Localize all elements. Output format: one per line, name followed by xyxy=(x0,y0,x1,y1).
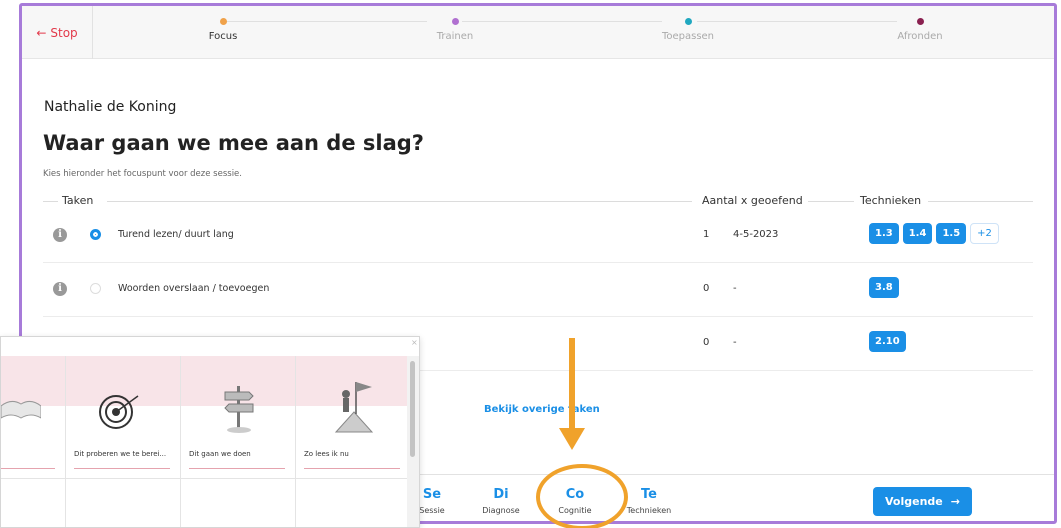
book-icon xyxy=(1,400,41,419)
info-icon[interactable]: i xyxy=(53,282,67,296)
annotation-arrow xyxy=(569,338,575,430)
task-row[interactable]: i Turend lezen/ duurt lang 1 4-5-2023 1.… xyxy=(43,209,1033,263)
task-radio[interactable] xyxy=(90,283,101,294)
popup-card[interactable] xyxy=(1,356,66,527)
popup-card[interactable]: Dit proberen we te berei... xyxy=(66,356,181,527)
technique-badge[interactable]: 2.10 xyxy=(869,331,906,352)
step-label: Toepassen xyxy=(661,31,715,42)
page-title: Waar gaan we mee aan de slag? xyxy=(43,131,424,155)
technique-badges: 3.8 xyxy=(869,277,899,298)
task-row[interactable]: i Woorden overslaan / toevoegen 0 - 3.8 xyxy=(43,263,1033,317)
top-bar: ← Stop Focus Trainen Toepassen Afronden xyxy=(22,6,1054,59)
more-techniques-badge[interactable]: +2 xyxy=(970,223,999,244)
step-focus[interactable]: Focus xyxy=(163,18,283,42)
next-label: Volgende xyxy=(885,495,943,508)
stop-label: Stop xyxy=(50,25,78,40)
card-caption: Dit gaan we doen xyxy=(189,450,251,458)
practice-count: 1 xyxy=(703,229,710,240)
next-button[interactable]: Volgende → xyxy=(873,487,972,516)
step-dot xyxy=(451,18,459,25)
practice-date: - xyxy=(733,283,737,294)
practice-date: 4-5-2023 xyxy=(733,229,779,240)
technique-badge[interactable]: 3.8 xyxy=(869,277,899,298)
popup-card[interactable]: Dit gaan we doen xyxy=(181,356,296,527)
header-aantal: Aantal x geoefend xyxy=(698,194,807,207)
popup-card[interactable]: Zo lees ik nu xyxy=(296,356,411,527)
stop-button[interactable]: ← Stop xyxy=(22,6,93,59)
tab-abbr: Di xyxy=(493,487,509,502)
task-label: Turend lezen/ duurt lang xyxy=(118,229,234,240)
card-underline xyxy=(74,468,170,469)
header-technieken: Technieken xyxy=(856,194,926,207)
practice-count: 0 xyxy=(703,283,710,294)
flag-person-icon xyxy=(334,382,374,433)
header-divider xyxy=(808,201,854,202)
step-dot xyxy=(219,18,227,25)
view-other-tasks-link[interactable]: Bekijk overige taken xyxy=(484,404,600,415)
popup-scrollbar-thumb[interactable] xyxy=(410,361,415,457)
annotation-circle xyxy=(536,464,628,528)
card-underline xyxy=(304,468,400,469)
step-afronden[interactable]: Afronden xyxy=(860,18,980,42)
practice-date: - xyxy=(733,337,737,348)
card-caption: Zo lees ik nu xyxy=(304,450,349,458)
page-subtitle: Kies hieronder het focuspunt voor deze s… xyxy=(43,169,242,179)
step-dot xyxy=(684,18,692,25)
step-toepassen[interactable]: Toepassen xyxy=(628,18,748,42)
close-icon[interactable]: × xyxy=(411,338,418,347)
target-icon xyxy=(99,395,139,429)
task-label: Woorden overslaan / toevoegen xyxy=(118,283,270,294)
technique-badge[interactable]: 1.5 xyxy=(936,223,967,244)
arrow-left-icon: ← xyxy=(36,25,47,40)
card-underline xyxy=(1,468,55,469)
popup-row-divider xyxy=(1,478,407,479)
practice-count: 0 xyxy=(703,337,710,348)
header-divider xyxy=(43,201,58,202)
header-divider xyxy=(928,201,1033,202)
arrow-right-icon: → xyxy=(950,495,960,508)
step-label: Focus xyxy=(208,31,238,42)
technique-badges: 2.10 xyxy=(869,331,906,352)
tab-label: Diagnose xyxy=(482,506,520,515)
step-label: Trainen xyxy=(436,31,474,42)
task-radio[interactable] xyxy=(90,229,101,240)
step-trainen[interactable]: Trainen xyxy=(395,18,515,42)
step-label: Afronden xyxy=(897,31,943,42)
info-icon[interactable]: i xyxy=(53,228,67,242)
header-divider xyxy=(107,201,692,202)
technique-badge[interactable]: 1.4 xyxy=(902,223,933,244)
cards-popup: × Dit proberen we te berei... Dit gaan w… xyxy=(0,336,420,528)
annotation-arrow-head xyxy=(559,428,585,450)
step-dot xyxy=(916,18,924,25)
card-caption: Dit proberen we te berei... xyxy=(74,450,167,458)
tab-diagnose[interactable]: Di Diagnose xyxy=(466,487,536,515)
card-underline xyxy=(189,468,285,469)
technique-badges: 1.3 1.4 1.5 +2 xyxy=(869,223,999,244)
technique-badge[interactable]: 1.3 xyxy=(869,223,899,244)
header-taken: Taken xyxy=(58,194,98,207)
signpost-icon xyxy=(224,386,254,433)
person-name: Nathalie de Koning xyxy=(44,99,177,115)
